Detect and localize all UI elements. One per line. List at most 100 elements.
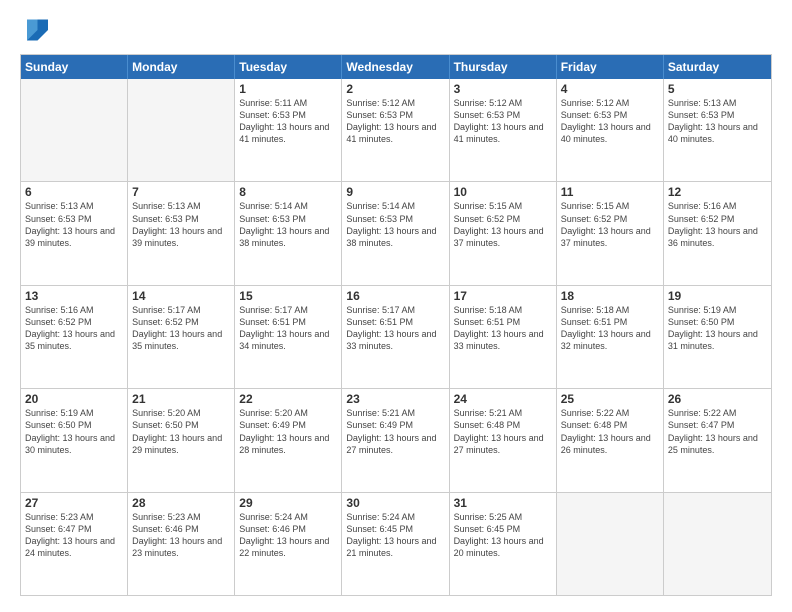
- cal-cell: 8Sunrise: 5:14 AM Sunset: 6:53 PM Daylig…: [235, 182, 342, 284]
- day-number: 2: [346, 82, 444, 96]
- cell-info: Sunrise: 5:17 AM Sunset: 6:52 PM Dayligh…: [132, 304, 230, 353]
- day-number: 13: [25, 289, 123, 303]
- day-number: 15: [239, 289, 337, 303]
- header-day-friday: Friday: [557, 55, 664, 79]
- cell-info: Sunrise: 5:11 AM Sunset: 6:53 PM Dayligh…: [239, 97, 337, 146]
- header-day-wednesday: Wednesday: [342, 55, 449, 79]
- day-number: 29: [239, 496, 337, 510]
- cell-info: Sunrise: 5:12 AM Sunset: 6:53 PM Dayligh…: [561, 97, 659, 146]
- cell-info: Sunrise: 5:19 AM Sunset: 6:50 PM Dayligh…: [25, 407, 123, 456]
- day-number: 6: [25, 185, 123, 199]
- calendar: SundayMondayTuesdayWednesdayThursdayFrid…: [20, 54, 772, 596]
- cell-info: Sunrise: 5:15 AM Sunset: 6:52 PM Dayligh…: [454, 200, 552, 249]
- cell-info: Sunrise: 5:22 AM Sunset: 6:48 PM Dayligh…: [561, 407, 659, 456]
- cal-cell: 16Sunrise: 5:17 AM Sunset: 6:51 PM Dayli…: [342, 286, 449, 388]
- cell-info: Sunrise: 5:16 AM Sunset: 6:52 PM Dayligh…: [668, 200, 767, 249]
- day-number: 31: [454, 496, 552, 510]
- cal-cell: 7Sunrise: 5:13 AM Sunset: 6:53 PM Daylig…: [128, 182, 235, 284]
- cal-cell: 9Sunrise: 5:14 AM Sunset: 6:53 PM Daylig…: [342, 182, 449, 284]
- day-number: 23: [346, 392, 444, 406]
- day-number: 21: [132, 392, 230, 406]
- cal-cell: 26Sunrise: 5:22 AM Sunset: 6:47 PM Dayli…: [664, 389, 771, 491]
- day-number: 11: [561, 185, 659, 199]
- cal-cell: 30Sunrise: 5:24 AM Sunset: 6:45 PM Dayli…: [342, 493, 449, 595]
- cell-info: Sunrise: 5:22 AM Sunset: 6:47 PM Dayligh…: [668, 407, 767, 456]
- day-number: 8: [239, 185, 337, 199]
- week-row-3: 13Sunrise: 5:16 AM Sunset: 6:52 PM Dayli…: [21, 286, 771, 389]
- cell-info: Sunrise: 5:12 AM Sunset: 6:53 PM Dayligh…: [454, 97, 552, 146]
- day-number: 20: [25, 392, 123, 406]
- cell-info: Sunrise: 5:13 AM Sunset: 6:53 PM Dayligh…: [668, 97, 767, 146]
- cal-cell: 22Sunrise: 5:20 AM Sunset: 6:49 PM Dayli…: [235, 389, 342, 491]
- cell-info: Sunrise: 5:23 AM Sunset: 6:47 PM Dayligh…: [25, 511, 123, 560]
- day-number: 4: [561, 82, 659, 96]
- cal-cell: 23Sunrise: 5:21 AM Sunset: 6:49 PM Dayli…: [342, 389, 449, 491]
- cal-cell: 28Sunrise: 5:23 AM Sunset: 6:46 PM Dayli…: [128, 493, 235, 595]
- cal-cell: 14Sunrise: 5:17 AM Sunset: 6:52 PM Dayli…: [128, 286, 235, 388]
- cal-cell: [664, 493, 771, 595]
- day-number: 9: [346, 185, 444, 199]
- day-number: 18: [561, 289, 659, 303]
- cell-info: Sunrise: 5:23 AM Sunset: 6:46 PM Dayligh…: [132, 511, 230, 560]
- cal-cell: 13Sunrise: 5:16 AM Sunset: 6:52 PM Dayli…: [21, 286, 128, 388]
- day-number: 30: [346, 496, 444, 510]
- day-number: 25: [561, 392, 659, 406]
- week-row-4: 20Sunrise: 5:19 AM Sunset: 6:50 PM Dayli…: [21, 389, 771, 492]
- week-row-1: 1Sunrise: 5:11 AM Sunset: 6:53 PM Daylig…: [21, 79, 771, 182]
- day-number: 1: [239, 82, 337, 96]
- day-number: 19: [668, 289, 767, 303]
- day-number: 14: [132, 289, 230, 303]
- day-number: 16: [346, 289, 444, 303]
- week-row-2: 6Sunrise: 5:13 AM Sunset: 6:53 PM Daylig…: [21, 182, 771, 285]
- calendar-body: 1Sunrise: 5:11 AM Sunset: 6:53 PM Daylig…: [21, 79, 771, 595]
- cell-info: Sunrise: 5:20 AM Sunset: 6:50 PM Dayligh…: [132, 407, 230, 456]
- cal-cell: 1Sunrise: 5:11 AM Sunset: 6:53 PM Daylig…: [235, 79, 342, 181]
- cal-cell: 6Sunrise: 5:13 AM Sunset: 6:53 PM Daylig…: [21, 182, 128, 284]
- cell-info: Sunrise: 5:17 AM Sunset: 6:51 PM Dayligh…: [239, 304, 337, 353]
- cell-info: Sunrise: 5:24 AM Sunset: 6:46 PM Dayligh…: [239, 511, 337, 560]
- cal-cell: 19Sunrise: 5:19 AM Sunset: 6:50 PM Dayli…: [664, 286, 771, 388]
- cal-cell: 11Sunrise: 5:15 AM Sunset: 6:52 PM Dayli…: [557, 182, 664, 284]
- cal-cell: 17Sunrise: 5:18 AM Sunset: 6:51 PM Dayli…: [450, 286, 557, 388]
- cal-cell: 21Sunrise: 5:20 AM Sunset: 6:50 PM Dayli…: [128, 389, 235, 491]
- cal-cell: 10Sunrise: 5:15 AM Sunset: 6:52 PM Dayli…: [450, 182, 557, 284]
- day-number: 24: [454, 392, 552, 406]
- cal-cell: 18Sunrise: 5:18 AM Sunset: 6:51 PM Dayli…: [557, 286, 664, 388]
- cell-info: Sunrise: 5:17 AM Sunset: 6:51 PM Dayligh…: [346, 304, 444, 353]
- day-number: 17: [454, 289, 552, 303]
- header-day-sunday: Sunday: [21, 55, 128, 79]
- cell-info: Sunrise: 5:25 AM Sunset: 6:45 PM Dayligh…: [454, 511, 552, 560]
- cal-cell: 3Sunrise: 5:12 AM Sunset: 6:53 PM Daylig…: [450, 79, 557, 181]
- calendar-header: SundayMondayTuesdayWednesdayThursdayFrid…: [21, 55, 771, 79]
- logo-icon: [20, 16, 48, 44]
- cell-info: Sunrise: 5:19 AM Sunset: 6:50 PM Dayligh…: [668, 304, 767, 353]
- cell-info: Sunrise: 5:21 AM Sunset: 6:49 PM Dayligh…: [346, 407, 444, 456]
- cal-cell: 25Sunrise: 5:22 AM Sunset: 6:48 PM Dayli…: [557, 389, 664, 491]
- cell-info: Sunrise: 5:24 AM Sunset: 6:45 PM Dayligh…: [346, 511, 444, 560]
- week-row-5: 27Sunrise: 5:23 AM Sunset: 6:47 PM Dayli…: [21, 493, 771, 595]
- header: [20, 16, 772, 44]
- cell-info: Sunrise: 5:18 AM Sunset: 6:51 PM Dayligh…: [454, 304, 552, 353]
- cal-cell: 12Sunrise: 5:16 AM Sunset: 6:52 PM Dayli…: [664, 182, 771, 284]
- page: SundayMondayTuesdayWednesdayThursdayFrid…: [0, 0, 792, 612]
- day-number: 22: [239, 392, 337, 406]
- day-number: 26: [668, 392, 767, 406]
- day-number: 28: [132, 496, 230, 510]
- header-day-saturday: Saturday: [664, 55, 771, 79]
- cal-cell: [21, 79, 128, 181]
- cell-info: Sunrise: 5:13 AM Sunset: 6:53 PM Dayligh…: [25, 200, 123, 249]
- header-day-tuesday: Tuesday: [235, 55, 342, 79]
- cell-info: Sunrise: 5:21 AM Sunset: 6:48 PM Dayligh…: [454, 407, 552, 456]
- day-number: 27: [25, 496, 123, 510]
- cell-info: Sunrise: 5:12 AM Sunset: 6:53 PM Dayligh…: [346, 97, 444, 146]
- day-number: 10: [454, 185, 552, 199]
- cal-cell: 2Sunrise: 5:12 AM Sunset: 6:53 PM Daylig…: [342, 79, 449, 181]
- cal-cell: 4Sunrise: 5:12 AM Sunset: 6:53 PM Daylig…: [557, 79, 664, 181]
- header-day-monday: Monday: [128, 55, 235, 79]
- cal-cell: 5Sunrise: 5:13 AM Sunset: 6:53 PM Daylig…: [664, 79, 771, 181]
- header-day-thursday: Thursday: [450, 55, 557, 79]
- logo: [20, 16, 52, 44]
- cal-cell: 29Sunrise: 5:24 AM Sunset: 6:46 PM Dayli…: [235, 493, 342, 595]
- cell-info: Sunrise: 5:20 AM Sunset: 6:49 PM Dayligh…: [239, 407, 337, 456]
- cal-cell: 24Sunrise: 5:21 AM Sunset: 6:48 PM Dayli…: [450, 389, 557, 491]
